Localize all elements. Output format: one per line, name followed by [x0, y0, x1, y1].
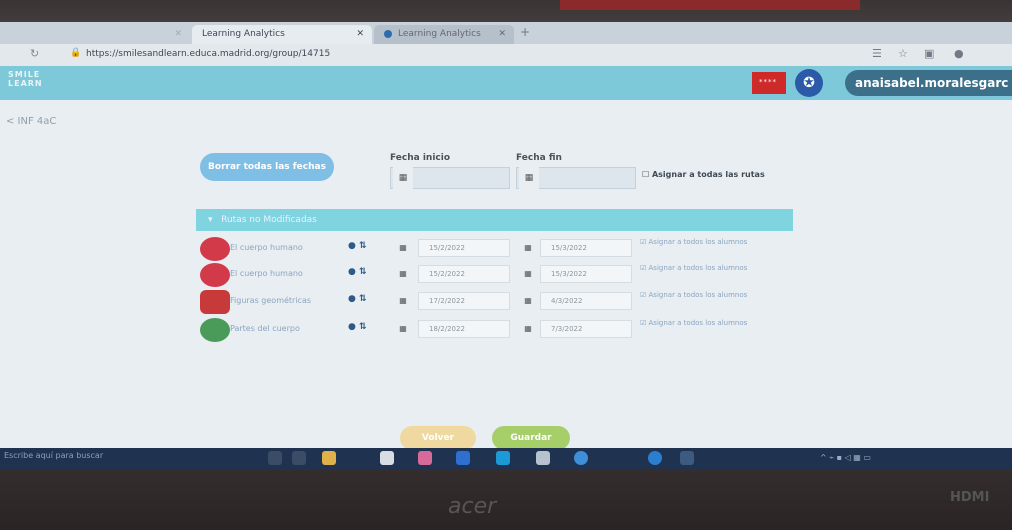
url-input[interactable]: https://smilesandlearn.educa.madrid.org/… — [86, 49, 330, 59]
route-start-date[interactable]: 15/2/2022 — [418, 239, 510, 257]
madrid-stars: **** — [759, 78, 777, 86]
task-view-icon[interactable] — [268, 451, 282, 465]
close-icon[interactable]: ✕ — [174, 25, 182, 44]
assign-students-checkbox[interactable]: ☑ Asignar a todos los alumnos — [640, 291, 770, 300]
calendar-icon[interactable]: ▦ — [520, 239, 536, 257]
browser-icon[interactable] — [648, 451, 662, 465]
app-header: SMILE LEARN **** ✪ anaisabel.moralesgarc — [0, 66, 1012, 100]
calendar-icon[interactable]: ▦ — [395, 265, 411, 283]
info-icon[interactable]: ● ⇅ — [348, 267, 367, 277]
route-end-date[interactable]: 15/3/2022 — [540, 239, 632, 257]
end-date-label: Fecha fin — [516, 153, 562, 163]
calendar-icon[interactable]: ▦ — [520, 320, 536, 338]
route-name: Figuras geométricas — [230, 296, 312, 305]
teams-icon[interactable] — [680, 451, 694, 465]
route-start-date[interactable]: 18/2/2022 — [418, 320, 510, 338]
assign-students-label: Asignar a todos los alumnos — [648, 319, 748, 327]
assign-all-routes-checkbox[interactable]: ☐ Asignar a todas las rutas — [642, 170, 765, 179]
hdmi-label: HDMI — [950, 490, 990, 505]
info-icon[interactable]: ● ⇅ — [348, 241, 367, 251]
windows-taskbar: Escribe aquí para buscar ^ ⌁ ▪ ◁ ▦ ▭ — [0, 448, 1012, 470]
user-menu[interactable]: anaisabel.moralesgarc — [845, 70, 1012, 96]
assign-all-routes-label: Asignar a todas las rutas — [651, 170, 765, 179]
favorite-icon[interactable]: ☆ — [898, 47, 908, 60]
lock-icon[interactable]: 🔒 — [70, 48, 81, 58]
store-icon[interactable] — [380, 451, 394, 465]
chrome-icon[interactable] — [574, 451, 588, 465]
mail-icon[interactable] — [536, 451, 550, 465]
system-tray[interactable]: ^ ⌁ ▪ ◁ ▦ ▭ — [820, 453, 871, 462]
close-icon[interactable]: ✕ — [356, 25, 364, 44]
browser-tab-1[interactable]: ✕ — [0, 25, 190, 44]
start-date-label: Fecha inicio — [390, 153, 451, 163]
new-tab-icon[interactable]: + — [520, 25, 530, 39]
smile-learn-logo[interactable]: SMILE LEARN — [8, 70, 43, 88]
route-end-date[interactable]: 15/3/2022 — [540, 265, 632, 283]
route-end-date[interactable]: 7/3/2022 — [540, 320, 632, 338]
route-icon — [200, 318, 230, 342]
outlook-icon[interactable] — [456, 451, 470, 465]
calendar-icon[interactable]: ▦ — [393, 167, 413, 189]
smile-emblem-icon[interactable]: ✪ — [795, 69, 823, 97]
reload-icon[interactable]: ↻ — [30, 47, 39, 60]
calendar-icon[interactable]: ▦ — [395, 320, 411, 338]
assign-students-checkbox[interactable]: ☑ Asignar a todos los alumnos — [640, 238, 770, 247]
assign-students-label: Asignar a todos los alumnos — [648, 291, 748, 299]
profile-icon[interactable]: ● — [954, 47, 964, 60]
collections-icon[interactable]: ▣ — [924, 47, 934, 60]
bezel-red-strip — [560, 0, 860, 10]
widgets-icon[interactable] — [292, 451, 306, 465]
browser-tab-2[interactable]: Learning Analytics ✕ — [192, 25, 372, 44]
calendar-icon[interactable]: ▦ — [520, 292, 536, 310]
calendar-icon[interactable]: ▦ — [520, 265, 536, 283]
route-icon — [200, 237, 230, 261]
route-icon — [200, 290, 230, 314]
reader-icon[interactable]: ☰ — [872, 47, 882, 60]
save-button[interactable]: Guardar — [492, 426, 570, 450]
file-explorer-icon[interactable] — [322, 451, 336, 465]
address-bar: ↻ 🔒 https://smilesandlearn.educa.madrid.… — [0, 44, 1012, 67]
comunidad-madrid-logo: **** — [752, 72, 786, 94]
screen: ✕ Learning Analytics ✕ Learning Analytics… — [0, 22, 1012, 470]
laptop-bottom-bezel — [0, 470, 1012, 530]
info-icon[interactable]: ● ⇅ — [348, 322, 367, 332]
assign-students-checkbox[interactable]: ☑ Asignar a todos los alumnos — [640, 319, 770, 328]
calendar-icon[interactable]: ▦ — [395, 239, 411, 257]
route-name: Partes del cuerpo — [230, 324, 300, 333]
unmodified-routes-header[interactable]: ▾ Rutas no Modificadas — [196, 209, 793, 231]
browser-tab-bar: ✕ Learning Analytics ✕ Learning Analytics… — [0, 22, 1012, 44]
route-name: El cuerpo humano — [230, 243, 303, 252]
close-icon[interactable]: ✕ — [498, 25, 506, 44]
assign-students-label: Asignar a todos los alumnos — [648, 238, 748, 246]
assign-students-label: Asignar a todos los alumnos — [648, 264, 748, 272]
back-button[interactable]: Volver — [400, 426, 476, 450]
breadcrumb[interactable]: < INF 4aC — [6, 116, 56, 127]
calendar-icon[interactable]: ▦ — [395, 292, 411, 310]
section-label: Rutas no Modificadas — [221, 215, 317, 225]
edge-icon[interactable] — [496, 451, 510, 465]
route-start-date[interactable]: 15/2/2022 — [418, 265, 510, 283]
route-start-date[interactable]: 17/2/2022 — [418, 292, 510, 310]
assign-students-checkbox[interactable]: ☑ Asignar a todos los alumnos — [640, 264, 770, 273]
calendar-icon[interactable]: ▦ — [519, 167, 539, 189]
route-end-date[interactable]: 4/3/2022 — [540, 292, 632, 310]
route-name: El cuerpo humano — [230, 269, 303, 278]
app-icon[interactable] — [418, 451, 432, 465]
route-icon — [200, 263, 230, 287]
tab-favicon-icon — [384, 29, 392, 38]
browser-tab-3[interactable]: Learning Analytics ✕ — [374, 25, 514, 44]
taskbar-search-input[interactable]: Escribe aquí para buscar — [4, 451, 103, 460]
tab-label: Learning Analytics — [398, 29, 481, 39]
tab-label: Learning Analytics — [202, 29, 285, 39]
acer-logo: acer — [448, 494, 497, 519]
clear-dates-button[interactable]: Borrar todas las fechas — [200, 153, 334, 181]
info-icon[interactable]: ● ⇅ — [348, 294, 367, 304]
